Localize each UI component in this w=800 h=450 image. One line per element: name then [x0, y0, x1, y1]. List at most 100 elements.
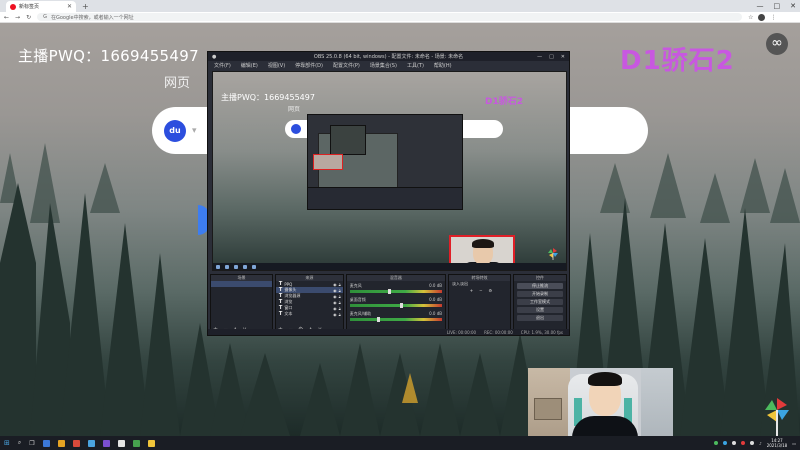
eye-icon[interactable]: ◉ — [333, 294, 337, 299]
volume-slider-handle[interactable] — [400, 303, 404, 308]
preview-tb-icon — [252, 264, 256, 269]
taskbar-app-icon[interactable] — [147, 439, 155, 447]
lock-icon[interactable]: 🔒︎ — [339, 306, 341, 311]
taskbar-app-icon[interactable] — [132, 439, 140, 447]
obs-menu-edit[interactable]: 编辑(E) — [241, 62, 258, 69]
lock-icon[interactable]: 🔒︎ — [339, 312, 341, 317]
maximize-button[interactable]: □ — [774, 2, 781, 10]
obs-menu-scene-collection[interactable]: 场景集合(S) — [370, 62, 397, 69]
preview-tb-icon — [234, 264, 238, 269]
mixer-channel-label: 麦克风/辅助 0.0 dB — [350, 311, 442, 317]
eye-icon[interactable]: ◉ — [333, 312, 337, 317]
obs-title-bar: ● OBS 25.0.8 (64 bit, windows) - 配置文件: 未… — [208, 52, 569, 61]
mixer-channel-name: 麦克风 — [349, 283, 362, 288]
sources-panel: 来源 T PPQ ◉ 🔒︎ T 摄像头 ◉ 🔒︎ T 浏览器源 ◉ 🔒︎ T 浏… — [274, 274, 344, 336]
search-icon[interactable]: ⌕ — [18, 439, 21, 447]
source-row[interactable]: T 文本 ◉ 🔒︎ — [276, 311, 343, 317]
window-controls: — □ ✕ — [757, 0, 797, 12]
eye-icon[interactable]: ◉ — [333, 282, 337, 287]
scene-item[interactable] — [211, 281, 272, 287]
taskbar-app-icon[interactable] — [102, 439, 110, 447]
cpu-fps: CPU: 1.9%, 30.00 fps — [520, 329, 563, 335]
preview-pinwheel-icon — [548, 248, 558, 260]
obs-menu-docks[interactable]: 停靠部件(D) — [295, 62, 323, 69]
audio-mixer-panel: 混音器 麦克风 0.0 dB 桌面音频 0.0 dB 麦克风/辅助 0.0 dB — [345, 274, 446, 336]
windows-taskbar: ⊞ ⌕ ❐ ♪ 14:27 2021/3/18 ▭ — [0, 436, 800, 450]
omnibox-placeholder: 在Google中搜索，或者输入一个网址 — [50, 14, 134, 21]
obs-close-button[interactable]: ✕ — [561, 54, 565, 60]
taskbar-app-icon[interactable] — [87, 439, 95, 447]
taskbar-app-icon[interactable] — [57, 439, 65, 447]
infinity-extension-icon[interactable]: ∞ — [766, 33, 788, 55]
taskbar-app-icon[interactable] — [72, 439, 80, 447]
eye-icon[interactable]: ◉ — [333, 300, 337, 305]
obs-menu-profile[interactable]: 配置文件(P) — [333, 62, 360, 69]
start-recording-button[interactable]: 开始录制 — [516, 291, 563, 297]
tray-icon[interactable] — [741, 441, 746, 445]
lock-icon[interactable]: 🔒︎ — [339, 282, 341, 287]
new-tab-button[interactable]: + — [82, 1, 89, 12]
tray-icon[interactable] — [723, 441, 728, 445]
notification-icon[interactable]: ▭ — [792, 441, 796, 446]
menu-kebab-icon[interactable]: ⋮ — [770, 14, 776, 21]
taskbar-app-icon[interactable] — [117, 439, 125, 447]
close-window-button[interactable]: ✕ — [790, 2, 796, 10]
volume-icon[interactable]: ♪ — [759, 441, 762, 446]
tray-icon[interactable] — [732, 441, 737, 445]
preview-tb-icon — [243, 264, 247, 269]
obs-maximize-button[interactable]: □ — [549, 54, 554, 60]
obs-menu-tools[interactable]: 工具(T) — [407, 62, 424, 69]
transition-buttons: + − ⚙ — [449, 287, 510, 293]
obs-window: ● OBS 25.0.8 (64 bit, windows) - 配置文件: 未… — [207, 51, 570, 336]
webcam-person-hair — [588, 372, 622, 386]
add-transition-button[interactable]: + — [470, 288, 473, 293]
volume-meter — [349, 289, 442, 294]
baidu-paw-icon[interactable]: du — [164, 119, 186, 142]
toolbar-right: ☆ ⋮ — [748, 13, 776, 21]
obs-menu-help[interactable]: 帮助(H) — [434, 62, 452, 69]
minimize-button[interactable]: — — [757, 2, 764, 10]
taskbar-clock[interactable]: 14:27 2021/3/18 — [767, 438, 788, 448]
windows-start-icon[interactable]: ⊞ — [4, 439, 10, 447]
omnibox[interactable]: G 在Google中搜索，或者输入一个网址 — [37, 13, 743, 21]
account-avatar[interactable] — [758, 13, 766, 21]
lock-icon[interactable]: 🔒︎ — [339, 288, 341, 293]
mixer-channel-name: 桌面音频 — [349, 297, 366, 302]
nested-preview-frame-inner — [330, 125, 366, 155]
search-engine-dropdown-icon[interactable]: ▾ — [192, 126, 197, 136]
forward-arrow-icon[interactable]: → — [15, 14, 20, 21]
back-arrow-icon[interactable]: ← — [4, 14, 9, 21]
webpage-label[interactable]: 网页 — [164, 72, 190, 91]
obs-title-text: OBS 25.0.8 (64 bit, windows) - 配置文件: 未命名… — [313, 54, 464, 60]
controls-header: 控件 — [513, 275, 566, 281]
preview-baidu-paw-icon — [291, 124, 301, 134]
tray-icon[interactable] — [714, 441, 719, 445]
mixer-channel: 麦克风 0.0 dB — [347, 281, 445, 295]
eye-icon[interactable]: ◉ — [333, 288, 337, 293]
lock-icon[interactable]: 🔒︎ — [339, 294, 341, 299]
tab-close-icon[interactable]: ✕ — [67, 3, 72, 10]
volume-slider-handle[interactable] — [388, 289, 392, 294]
obs-minimize-button[interactable]: — — [537, 54, 542, 60]
obs-menu-view[interactable]: 视图(V) — [268, 62, 285, 69]
obs-preview-canvas[interactable]: 主播PWQ：1669455497 网页 D1骄石2 — [212, 71, 567, 271]
stop-streaming-button[interactable]: 停止推流 — [516, 283, 563, 289]
volume-slider-handle[interactable] — [377, 317, 381, 322]
eye-icon[interactable]: ◉ — [333, 306, 337, 311]
settings-button[interactable]: 设置 — [516, 307, 563, 313]
exit-button[interactable]: 退出 — [516, 315, 563, 321]
obs-menu-file[interactable]: 文件(F) — [214, 62, 231, 69]
reload-icon[interactable]: ↻ — [26, 14, 31, 21]
taskbar-app-icon[interactable] — [42, 439, 50, 447]
studio-mode-button[interactable]: 工作室模式 — [516, 299, 563, 305]
browser-tab[interactable]: 新标签页 ✕ — [6, 1, 76, 12]
preview-anchor-text: 主播PWQ：1669455497 — [221, 93, 315, 102]
live-time: LIVE: 00:00:00 — [446, 329, 477, 335]
lock-icon[interactable]: 🔒︎ — [339, 300, 341, 305]
tray-icon[interactable] — [750, 441, 755, 445]
task-view-icon[interactable]: ❐ — [29, 440, 34, 447]
browser-tab-strip: 新标签页 ✕ + — □ ✕ — [0, 0, 800, 12]
remove-transition-button[interactable]: − — [479, 288, 482, 293]
transition-settings-icon[interactable]: ⚙ — [489, 288, 493, 293]
star-icon[interactable]: ☆ — [748, 14, 753, 21]
